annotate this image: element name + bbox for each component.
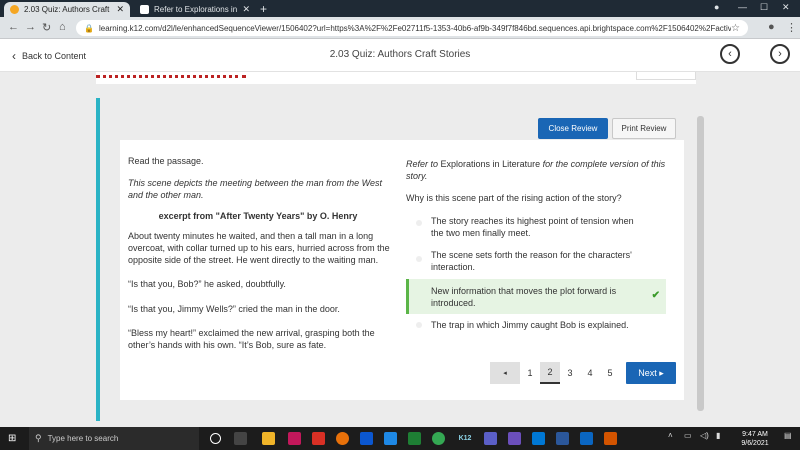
- refer-note: Refer to Explorations in Literature for …: [406, 158, 668, 182]
- passage-intro: Read the passage.: [128, 156, 204, 166]
- address-bar: ← → ↻ ⌂ 🔒 learning.k12.com/d2l/le/enhanc…: [0, 17, 800, 39]
- chrome-icon[interactable]: [432, 432, 445, 445]
- refer-prefix: Refer to: [406, 159, 439, 169]
- previous-page-button[interactable]: ◂: [490, 362, 520, 384]
- store-icon[interactable]: [532, 432, 545, 445]
- browser-tab-quiz[interactable]: 2.03 Quiz: Authors Craft Stories ✕: [4, 2, 130, 17]
- app-icon[interactable]: [312, 432, 325, 445]
- page-button[interactable]: 3: [560, 362, 580, 384]
- battery-icon[interactable]: ▮: [716, 431, 720, 440]
- next-button[interactable]: Next ▸: [626, 362, 676, 384]
- answer-text: New information that moves the plot forw…: [431, 286, 617, 308]
- forward-arrow-icon[interactable]: →: [25, 21, 36, 33]
- refer-title: Explorations in Literature: [440, 159, 541, 169]
- notifications-icon[interactable]: ▤: [784, 431, 792, 440]
- question-prompt: Why is this scene part of the rising act…: [406, 193, 622, 203]
- tray-chevron-icon[interactable]: ˄: [668, 431, 673, 440]
- page-title: 2.03 Quiz: Authors Craft Stories: [329, 49, 471, 60]
- app-icon[interactable]: [288, 432, 301, 445]
- search-icon: ⚲: [35, 433, 42, 443]
- teams-icon[interactable]: [484, 432, 497, 445]
- lock-icon: 🔒: [84, 23, 94, 33]
- answer-text: The scene sets forth the reason for the …: [431, 250, 632, 272]
- minimize-icon[interactable]: —: [738, 2, 747, 12]
- profile-dot-icon[interactable]: ●: [714, 2, 719, 12]
- chevron-left-icon: ‹: [728, 48, 732, 60]
- bookmark-star-icon[interactable]: ☆: [731, 23, 740, 34]
- home-icon[interactable]: ⌂: [59, 21, 66, 33]
- passage-heading: excerpt from "After Twenty Years" by O. …: [158, 211, 358, 221]
- tab-title: 2.03 Quiz: Authors Craft Stories: [24, 5, 112, 14]
- close-tab-icon[interactable]: ✕: [116, 4, 124, 15]
- excel-icon[interactable]: [408, 432, 421, 445]
- answer-option[interactable]: The trap in which Jimmy caught Bob is ex…: [406, 317, 666, 335]
- clock-time: 9:47 AM: [742, 431, 768, 438]
- page-favicon-icon: [140, 5, 149, 14]
- page-button[interactable]: 4: [580, 362, 600, 384]
- app-icon[interactable]: [604, 432, 617, 445]
- task-view-icon[interactable]: [234, 432, 247, 445]
- answer-text: The trap in which Jimmy caught Bob is ex…: [431, 320, 629, 330]
- answer-option[interactable]: The story reaches its highest point of t…: [406, 210, 666, 242]
- app-icon[interactable]: [360, 432, 373, 445]
- close-tab-icon[interactable]: ✕: [242, 4, 250, 15]
- url-input[interactable]: 🔒 learning.k12.com/d2l/le/enhancedSequen…: [76, 20, 748, 36]
- windows-taskbar: ⊞ ⚲ Type here to search K12 ˄ ▭ ◁) ▮ 9:4…: [0, 427, 800, 450]
- passage-paragraph: “Is that you, Bob?” he asked, doubtfully…: [128, 279, 286, 289]
- next-activity-button[interactable]: ›: [770, 44, 790, 64]
- print-review-button[interactable]: Print Review: [612, 118, 676, 139]
- page-button[interactable]: 5: [600, 362, 620, 384]
- page-button[interactable]: 1: [520, 362, 540, 384]
- k12-icon[interactable]: K12: [454, 432, 476, 445]
- volume-icon[interactable]: ◁): [700, 431, 709, 440]
- chevron-right-icon: ›: [778, 48, 782, 60]
- windows-start-icon[interactable]: ⊞: [8, 433, 16, 444]
- taskbar-search-input[interactable]: ⚲ Type here to search: [29, 427, 199, 450]
- url-text: learning.k12.com/d2l/le/enhancedSequence…: [98, 23, 732, 33]
- browser-tab-strip: 2.03 Quiz: Authors Craft Stories ✕ Refer…: [0, 0, 800, 17]
- firefox-icon[interactable]: [336, 432, 349, 445]
- passage-context: This scene depicts the meeting between t…: [128, 178, 382, 200]
- section-box: [636, 72, 696, 80]
- app-icon[interactable]: [508, 432, 521, 445]
- section-divider: [96, 75, 246, 81]
- page-button-current[interactable]: 2: [540, 362, 560, 384]
- close-review-button[interactable]: Close Review: [538, 118, 608, 139]
- app-icon[interactable]: [580, 432, 593, 445]
- cortana-icon[interactable]: [210, 433, 221, 444]
- tab-title: Refer to Explorations in Literatu: [154, 5, 238, 14]
- back-arrow-icon[interactable]: ←: [8, 21, 19, 33]
- word-icon[interactable]: [556, 432, 569, 445]
- checkmark-icon: ✔: [651, 290, 660, 301]
- file-explorer-icon[interactable]: [262, 432, 275, 445]
- profile-icon[interactable]: ●: [768, 21, 775, 33]
- passage-paragraph: About twenty minutes he waited, and then…: [128, 231, 390, 265]
- answer-text: The story reaches its highest point of t…: [431, 216, 634, 238]
- menu-icon[interactable]: ⋮: [786, 21, 797, 34]
- radio-icon: [416, 256, 422, 262]
- new-tab-icon[interactable]: +: [260, 2, 267, 16]
- answer-option[interactable]: The scene sets forth the reason for the …: [406, 246, 666, 276]
- taskbar-clock[interactable]: 9:47 AM 9/6/2021: [730, 430, 780, 448]
- search-placeholder: Type here to search: [47, 434, 119, 443]
- app-header: ‹ Back to Content 2.03 Quiz: Authors Cra…: [0, 39, 800, 72]
- edge-icon[interactable]: [384, 432, 397, 445]
- radio-icon: [416, 322, 422, 328]
- network-icon[interactable]: ▭: [684, 431, 692, 440]
- previous-activity-button[interactable]: ‹: [720, 44, 740, 64]
- pagination: ◂ 1 2 3 4 5: [490, 362, 620, 384]
- clock-date: 9/6/2021: [741, 440, 769, 447]
- radio-icon: [416, 220, 422, 226]
- browser-tab-refer[interactable]: Refer to Explorations in Literatu ✕: [134, 2, 256, 17]
- passage-paragraph: “Bless my heart!” exclaimed the new arri…: [128, 328, 375, 350]
- reload-icon[interactable]: ↻: [42, 21, 51, 34]
- vertical-scrollbar[interactable]: [697, 116, 704, 411]
- k12-favicon-icon: [10, 5, 19, 14]
- close-window-icon[interactable]: ✕: [782, 2, 790, 13]
- maximize-icon[interactable]: ☐: [760, 2, 768, 13]
- answer-option-correct[interactable]: New information that moves the plot forw…: [406, 279, 666, 314]
- previous-section-strip: [96, 72, 696, 84]
- passage-paragraph: “Is that you, Jimmy Wells?” cried the ma…: [128, 304, 340, 314]
